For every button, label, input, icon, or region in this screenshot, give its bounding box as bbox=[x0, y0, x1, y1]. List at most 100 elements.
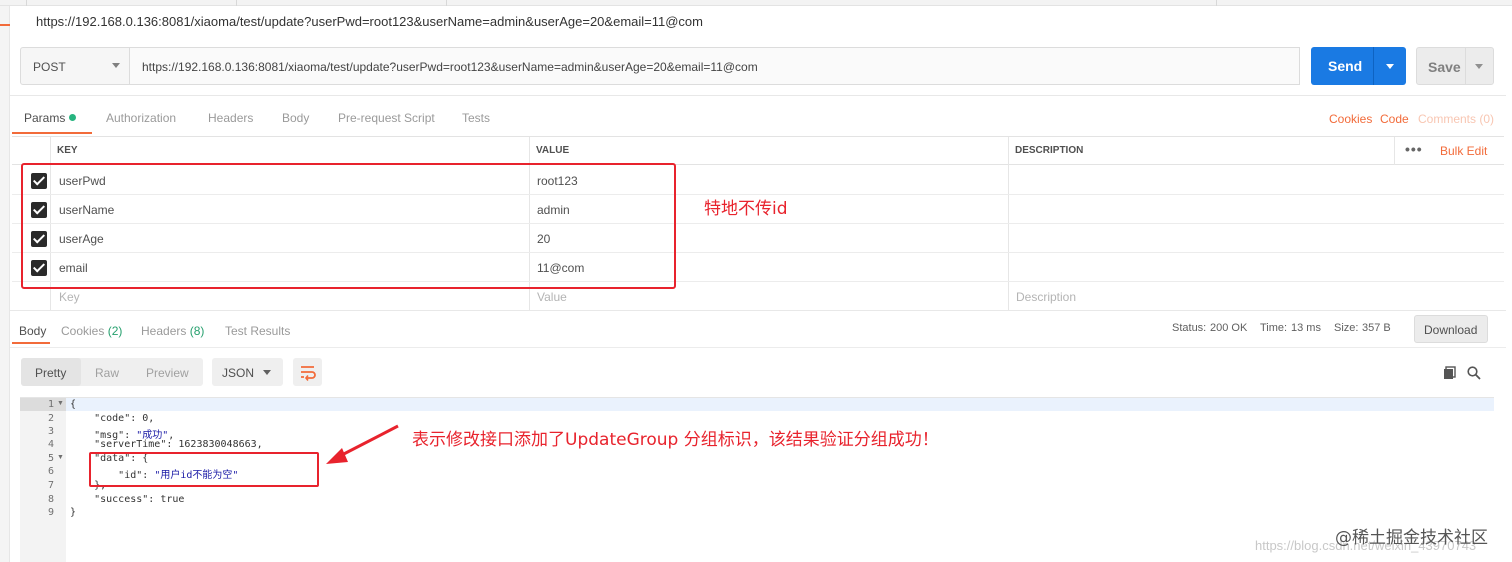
download-button[interactable]: Download bbox=[1414, 315, 1488, 343]
tab-response-headers[interactable]: Headers (8) bbox=[141, 324, 204, 338]
tab-test-results[interactable]: Test Results bbox=[225, 324, 290, 338]
more-options-icon[interactable]: ••• bbox=[1405, 141, 1423, 157]
annotation-note: 表示修改接口添加了UpdateGroup 分组标识，该结果验证分组成功！ bbox=[412, 430, 939, 450]
save-button[interactable]: Save bbox=[1416, 47, 1494, 85]
description-placeholder[interactable]: Description bbox=[1016, 290, 1076, 304]
size-label: Size: bbox=[1334, 322, 1359, 334]
column-divider bbox=[1394, 137, 1395, 165]
json-key: "serverTime" bbox=[94, 439, 167, 450]
tab-divider bbox=[1216, 0, 1217, 6]
copy-icon[interactable] bbox=[1443, 366, 1457, 380]
tab-divider bbox=[446, 0, 447, 6]
column-header-key: KEY bbox=[57, 145, 78, 156]
bulk-edit-link[interactable]: Bulk Edit bbox=[1440, 144, 1487, 158]
annotation-arrow-icon bbox=[326, 424, 399, 464]
line-number: 6 bbox=[47, 466, 54, 477]
save-label: Save bbox=[1428, 59, 1461, 75]
wrap-lines-button[interactable] bbox=[293, 358, 322, 386]
divider bbox=[10, 95, 1506, 96]
sidebar-accent bbox=[0, 24, 10, 26]
fold-toggle-icon[interactable]: ▼ bbox=[57, 454, 64, 461]
code-line: "success": true bbox=[94, 494, 185, 505]
line-number: 7 bbox=[47, 480, 54, 491]
tab-body[interactable]: Body bbox=[282, 111, 309, 125]
params-active-dot-icon bbox=[69, 114, 77, 121]
size-value: 357 B bbox=[1362, 322, 1391, 334]
annotation-highlight-box bbox=[89, 452, 319, 487]
send-label: Send bbox=[1328, 58, 1363, 74]
line-number: 8 bbox=[47, 494, 54, 505]
format-switcher: Pretty Raw Preview bbox=[21, 358, 203, 386]
format-preview[interactable]: Preview bbox=[146, 366, 189, 380]
url-input[interactable]: https://192.168.0.136:8081/xiaoma/test/u… bbox=[130, 47, 1300, 85]
active-tab-indicator bbox=[12, 132, 92, 134]
method-label: POST bbox=[33, 60, 66, 74]
tab-label: Params bbox=[24, 111, 66, 125]
key-placeholder[interactable]: Key bbox=[59, 290, 80, 304]
tab-tests[interactable]: Tests bbox=[462, 111, 490, 125]
tab-response-body[interactable]: Body bbox=[19, 324, 46, 338]
chevron-down-icon[interactable] bbox=[1386, 64, 1394, 69]
tab-divider bbox=[236, 0, 237, 6]
code-line: } bbox=[70, 507, 77, 518]
json-key: "success" bbox=[94, 494, 149, 505]
request-title: https://192.168.0.136:8081/xiaoma/test/u… bbox=[36, 14, 703, 29]
fold-toggle-icon[interactable]: ▼ bbox=[57, 400, 64, 407]
left-sidebar-edge bbox=[0, 6, 10, 562]
column-header-description: DESCRIPTION bbox=[1015, 145, 1084, 156]
code-line: "code": 0, bbox=[94, 413, 155, 424]
params-table-header: KEY VALUE DESCRIPTION ••• Bulk Edit bbox=[12, 137, 1504, 165]
search-icon[interactable] bbox=[1467, 366, 1481, 380]
count-badge: (2) bbox=[107, 324, 123, 338]
status-label: Status: bbox=[1172, 322, 1207, 334]
line-number: 1 bbox=[47, 399, 54, 410]
send-button[interactable]: Send bbox=[1311, 47, 1406, 85]
line-number: 4 bbox=[47, 439, 54, 450]
tab-label: Cookies bbox=[61, 324, 105, 338]
divider bbox=[10, 310, 1506, 311]
annotation-note: 特地不传id bbox=[704, 199, 788, 219]
divider bbox=[10, 347, 1506, 348]
time-value: 13 ms bbox=[1291, 322, 1321, 334]
tab-divider bbox=[26, 0, 27, 6]
tab-authorization[interactable]: Authorization bbox=[106, 111, 176, 125]
json-number: 0 bbox=[142, 413, 149, 424]
method-select[interactable]: POST bbox=[20, 47, 130, 85]
active-line-highlight bbox=[66, 398, 1494, 411]
annotation-highlight-box bbox=[21, 163, 676, 289]
chevron-down-icon[interactable] bbox=[1475, 64, 1483, 69]
code-line: { bbox=[70, 399, 77, 410]
code-line: "serverTime": 1623830048663, bbox=[94, 439, 263, 450]
line-number: 5 bbox=[47, 453, 54, 464]
tab-params[interactable]: Params bbox=[24, 111, 77, 125]
request-bar: POST https://192.168.0.136:8081/xiaoma/t… bbox=[20, 47, 1494, 85]
line-number: 9 bbox=[47, 507, 54, 518]
cookies-link[interactable]: Cookies bbox=[1329, 112, 1372, 126]
tab-pre-request-script[interactable]: Pre-request Script bbox=[338, 111, 435, 125]
chevron-down-icon bbox=[112, 63, 120, 68]
window-tab-strip bbox=[0, 0, 1512, 6]
format-pretty[interactable]: Pretty bbox=[35, 366, 66, 380]
chevron-down-icon bbox=[263, 370, 271, 375]
language-label: JSON bbox=[222, 366, 255, 380]
tab-response-cookies[interactable]: Cookies (2) bbox=[61, 324, 122, 338]
save-divider bbox=[1465, 48, 1466, 84]
wrap-icon bbox=[301, 366, 316, 381]
status-value: 200 OK bbox=[1210, 322, 1248, 334]
tab-label: Headers bbox=[141, 324, 187, 338]
column-header-value: VALUE bbox=[536, 145, 570, 156]
send-divider bbox=[1373, 47, 1374, 85]
code-link[interactable]: Code bbox=[1380, 112, 1409, 126]
comments-link[interactable]: Comments (0) bbox=[1418, 112, 1494, 126]
value-placeholder[interactable]: Value bbox=[537, 290, 567, 304]
language-select[interactable]: JSON bbox=[212, 358, 283, 386]
time-label: Time: bbox=[1260, 322, 1288, 334]
json-key: "code" bbox=[94, 413, 131, 424]
active-tab-indicator bbox=[12, 342, 50, 344]
json-number: 1623830048663 bbox=[178, 439, 257, 450]
json-boolean: true bbox=[160, 494, 185, 505]
watermark-brand: @稀土掘金技术社区 bbox=[1335, 528, 1488, 548]
tab-headers[interactable]: Headers bbox=[208, 111, 253, 125]
format-raw[interactable]: Raw bbox=[95, 366, 119, 380]
line-number: 3 bbox=[47, 426, 54, 437]
